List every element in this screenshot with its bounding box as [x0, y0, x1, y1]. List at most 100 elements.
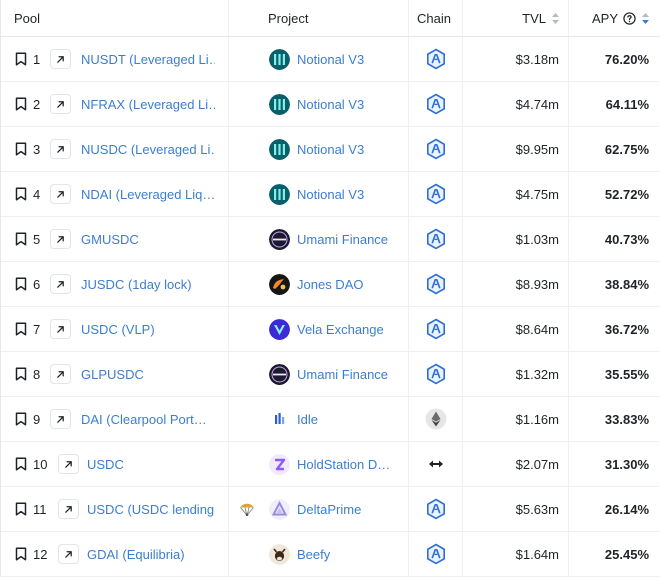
tvl-value: $3.18m [515, 51, 559, 67]
project-link[interactable]: Umami Finance [297, 217, 388, 261]
info-icon[interactable] [623, 11, 636, 25]
external-link-icon[interactable] [50, 49, 71, 69]
project-link[interactable]: Notional V3 [297, 127, 364, 171]
tvl-cell: $2.07m [463, 442, 569, 486]
tvl-value: $4.75m [515, 186, 559, 202]
table-row[interactable]: 2 NFRAX (Leveraged Li… Notional V3 $4.74… [1, 82, 660, 127]
bookmark-icon[interactable] [15, 457, 27, 471]
table-row[interactable]: 3 NUSDC (Leveraged Li… Notional V3 $9.95… [1, 127, 660, 172]
arbitrum-icon[interactable] [425, 363, 447, 385]
header-tvl-sort[interactable]: TVL [463, 0, 569, 36]
pool-link[interactable]: GMUSDC [81, 217, 139, 261]
table-row[interactable]: 8 GLPUSDC Umami Finance $1.32m 35.55% [1, 352, 660, 397]
apy-value: 33.83% [604, 411, 649, 427]
table-row[interactable]: 5 GMUSDC Umami Finance $1.03m 40.73% [1, 217, 660, 262]
arbitrum-icon[interactable] [425, 273, 447, 295]
arbitrum-icon[interactable] [425, 93, 447, 115]
pool-link[interactable]: NUSDT (Leveraged Li… [81, 37, 215, 81]
arbitrum-icon[interactable] [425, 183, 447, 205]
arbitrum-icon[interactable] [425, 543, 447, 565]
external-link-icon[interactable] [50, 184, 71, 204]
bookmark-icon[interactable] [15, 52, 27, 66]
yields-table: Pool Project Chain TVL APY 1 NUSDT (Leve… [0, 0, 660, 577]
beefy-logo [269, 544, 290, 565]
arbitrum-icon[interactable] [425, 498, 447, 520]
table-row[interactable]: 12 GDAI (Equilibria) Beefy $1.64m 25.45% [1, 532, 660, 577]
header-chain: Chain [409, 0, 463, 36]
project-link[interactable]: Notional V3 [297, 172, 364, 216]
pool-link[interactable]: NUSDC (Leveraged Li… [81, 127, 215, 171]
bookmark-icon[interactable] [15, 97, 27, 111]
apy-cell: 31.30% [569, 442, 660, 486]
pool-link[interactable]: NDAI (Leveraged Liq… [81, 172, 215, 216]
bookmark-icon[interactable] [15, 232, 27, 246]
pool-cell: 11 USDC (USDC lending … [1, 487, 229, 531]
bookmark-icon[interactable] [15, 277, 27, 291]
bookmark-icon[interactable] [15, 322, 27, 336]
zksync-icon[interactable] [425, 453, 447, 475]
bookmark-icon[interactable] [15, 142, 27, 156]
external-link-icon[interactable] [58, 544, 79, 564]
project-link[interactable]: Notional V3 [297, 37, 364, 81]
table-row[interactable]: 7 USDC (VLP) Vela Exchange $8.64m 36.72% [1, 307, 660, 352]
project-cell: Notional V3 [229, 172, 409, 216]
project-cell: HoldStation D… [229, 442, 409, 486]
tvl-value: $5.63m [515, 501, 559, 517]
project-link[interactable]: HoldStation D… [297, 442, 390, 486]
bookmark-icon[interactable] [15, 412, 27, 426]
pool-link[interactable]: USDC (VLP) [81, 307, 155, 351]
table-row[interactable]: 9 DAI (Clearpool Port… Idle $1.16m 33.83… [1, 397, 660, 442]
project-link[interactable]: Vela Exchange [297, 307, 384, 351]
bookmark-icon[interactable] [15, 187, 27, 201]
table-row[interactable]: 11 USDC (USDC lending … DeltaPrime $5.63… [1, 487, 660, 532]
external-link-icon[interactable] [50, 229, 71, 249]
project-cell: DeltaPrime [229, 487, 409, 531]
project-link[interactable]: Umami Finance [297, 352, 388, 396]
chain-cell [409, 262, 463, 306]
project-cell: Notional V3 [229, 37, 409, 81]
project-link[interactable]: Notional V3 [297, 82, 364, 126]
project-cell: Umami Finance [229, 217, 409, 261]
project-link[interactable]: Jones DAO [297, 262, 363, 306]
pool-link[interactable]: DAI (Clearpool Port… [81, 397, 207, 441]
tvl-value: $1.32m [515, 366, 559, 382]
notional-logo [269, 94, 290, 115]
external-link-icon[interactable] [50, 94, 71, 114]
umami-logo [269, 229, 290, 250]
header-apy-sort[interactable]: APY [569, 0, 660, 36]
arbitrum-icon[interactable] [425, 138, 447, 160]
external-link-icon[interactable] [58, 499, 79, 519]
holdstation-logo [269, 454, 290, 475]
bookmark-icon[interactable] [15, 502, 27, 516]
pool-link[interactable]: JUSDC (1day lock) [81, 262, 192, 306]
project-link[interactable]: DeltaPrime [297, 487, 361, 531]
pool-link[interactable]: GLPUSDC [81, 352, 144, 396]
row-rank: 9 [33, 411, 41, 427]
project-link[interactable]: Idle [297, 397, 318, 441]
project-link[interactable]: Beefy [297, 532, 330, 576]
external-link-icon[interactable] [58, 454, 79, 474]
external-link-icon[interactable] [50, 364, 71, 384]
sort-icon[interactable] [552, 12, 559, 24]
apy-value: 31.30% [604, 456, 649, 472]
external-link-icon[interactable] [50, 274, 71, 294]
external-link-icon[interactable] [50, 139, 71, 159]
bookmark-icon[interactable] [15, 367, 27, 381]
table-row[interactable]: 6 JUSDC (1day lock) Jones DAO $8.93m 38.… [1, 262, 660, 307]
pool-link[interactable]: USDC (USDC lending … [87, 487, 215, 531]
pool-link[interactable]: USDC [87, 442, 124, 486]
external-link-icon[interactable] [50, 319, 71, 339]
row-rank: 6 [33, 276, 41, 292]
arbitrum-icon[interactable] [425, 228, 447, 250]
arbitrum-icon[interactable] [425, 318, 447, 340]
table-row[interactable]: 1 NUSDT (Leveraged Li… Notional V3 $3.18… [1, 37, 660, 82]
arbitrum-icon[interactable] [425, 48, 447, 70]
table-row[interactable]: 10 USDC HoldStation D… $2.07m 31.30% [1, 442, 660, 487]
external-link-icon[interactable] [50, 409, 71, 429]
pool-link[interactable]: NFRAX (Leveraged Li… [81, 82, 215, 126]
sort-desc-icon[interactable] [642, 12, 649, 24]
pool-link[interactable]: GDAI (Equilibria) [87, 532, 185, 576]
bookmark-icon[interactable] [15, 547, 27, 561]
table-row[interactable]: 4 NDAI (Leveraged Liq… Notional V3 $4.75… [1, 172, 660, 217]
ethereum-icon[interactable] [425, 408, 447, 430]
